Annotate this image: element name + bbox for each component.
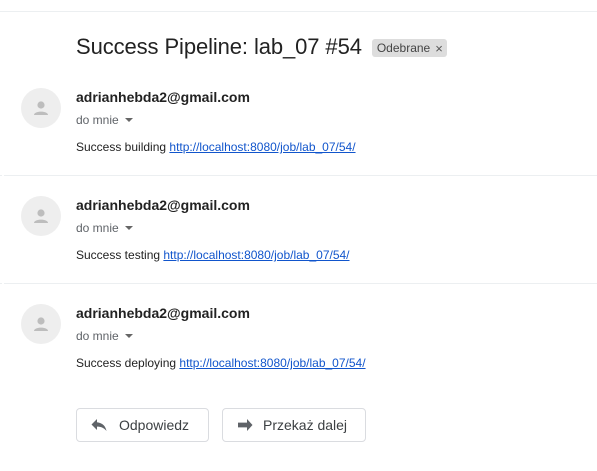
recipients[interactable]: do mnie	[76, 329, 133, 343]
reply-icon	[91, 418, 107, 432]
recipient-details-chevron-icon[interactable]	[124, 334, 133, 338]
default-avatar-icon	[34, 209, 48, 223]
message-text: Success building	[76, 140, 170, 154]
reply-label: Odpowiedz	[119, 417, 190, 433]
recipient-details-chevron-icon[interactable]	[124, 118, 133, 122]
message-text: Success deploying	[76, 356, 180, 370]
default-avatar-icon	[34, 317, 48, 331]
message-body: Success deploying http://localhost:8080/…	[76, 356, 366, 370]
recipients-label: do mnie	[76, 329, 119, 343]
label-chip-inbox[interactable]: Odebrane ×	[371, 39, 447, 57]
avatar[interactable]	[21, 88, 61, 128]
message-text: Success testing	[76, 248, 164, 262]
recipients[interactable]: do mnie	[76, 221, 133, 235]
sender-email[interactable]: adrianhebda2@gmail.com	[76, 89, 250, 105]
sender-email[interactable]: adrianhebda2@gmail.com	[76, 197, 250, 213]
forward-icon	[237, 418, 253, 432]
top-divider	[0, 11, 597, 12]
recipient-details-chevron-icon[interactable]	[124, 226, 133, 230]
avatar[interactable]	[21, 196, 61, 236]
message-item[interactable]: adrianhebda2@gmail.com do mnie Success t…	[0, 176, 597, 284]
remove-label-icon[interactable]: ×	[435, 42, 443, 55]
recipients-label: do mnie	[76, 221, 119, 235]
avatar[interactable]	[21, 304, 61, 344]
thread-subject: Success Pipeline: lab_07 #54	[76, 34, 362, 59]
message-body: Success testing http://localhost:8080/jo…	[76, 248, 350, 262]
thread-header: Success Pipeline: lab_07 #54 Odebrane ×	[76, 33, 447, 61]
job-link[interactable]: http://localhost:8080/job/lab_07/54/	[163, 248, 349, 262]
job-link[interactable]: http://localhost:8080/job/lab_07/54/	[179, 356, 365, 370]
job-link[interactable]: http://localhost:8080/job/lab_07/54/	[169, 140, 355, 154]
sender-email[interactable]: adrianhebda2@gmail.com	[76, 305, 250, 321]
forward-button[interactable]: Przekaż dalej	[222, 408, 366, 442]
message-item[interactable]: adrianhebda2@gmail.com do mnie Success d…	[0, 284, 597, 392]
message-body: Success building http://localhost:8080/j…	[76, 140, 356, 154]
reply-button[interactable]: Odpowiedz	[76, 408, 209, 442]
label-chip-text: Odebrane	[376, 41, 431, 55]
recipients[interactable]: do mnie	[76, 113, 133, 127]
recipients-label: do mnie	[76, 113, 119, 127]
forward-label: Przekaż dalej	[263, 417, 348, 433]
message-item[interactable]: adrianhebda2@gmail.com do mnie Success b…	[0, 68, 597, 176]
default-avatar-icon	[34, 101, 48, 115]
